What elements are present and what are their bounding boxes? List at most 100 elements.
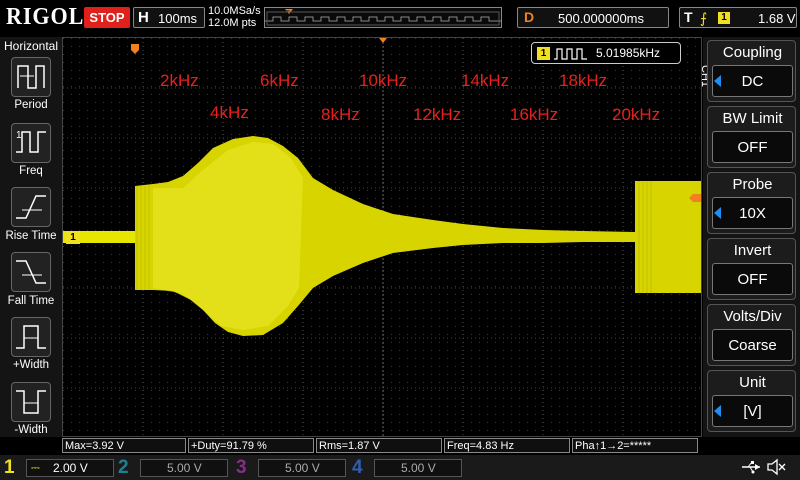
frequency-icon: 1	[16, 130, 46, 153]
bw-limit-value: OFF	[712, 131, 793, 163]
invert-menu-item[interactable]: Invert OFF	[707, 238, 796, 300]
square-wave-icon	[554, 48, 587, 60]
freq-label-8khz: 8kHz	[321, 105, 360, 124]
run-stop-status[interactable]: STOP	[84, 7, 130, 28]
counter-channel: 1	[537, 47, 550, 60]
svg-text:1: 1	[16, 130, 22, 141]
ch3-scale: 5.00 V	[285, 461, 320, 475]
usb-icon	[742, 461, 760, 474]
ch1-scale-box: ⎓ 2.00 V	[26, 459, 114, 477]
horizontal-measure-menu: Horizontal Period 1 Freq Rise Time Fall …	[0, 37, 62, 437]
timebase-value: 100ms	[158, 11, 198, 26]
select-arrow-icon	[714, 405, 721, 417]
coupling-menu-item[interactable]: Coupling DC	[707, 40, 796, 102]
invert-title: Invert	[733, 242, 772, 259]
unit-title: Unit	[739, 374, 766, 391]
delay-value: 500.000000ms	[558, 11, 645, 26]
horizontal-key: H	[138, 9, 149, 26]
trigger-source: 1	[718, 12, 730, 24]
timebase-box[interactable]: H 100ms	[133, 7, 205, 28]
coupling-title: Coupling	[722, 44, 783, 61]
probe-menu-item[interactable]: Probe 10X	[707, 172, 796, 234]
volts-div-value: Coarse	[712, 329, 793, 361]
unit-value: [V]	[712, 395, 793, 427]
coupling-value: DC	[712, 65, 793, 97]
probe-title: Probe	[732, 176, 773, 193]
freq-label-6khz: 6kHz	[260, 71, 299, 90]
select-arrow-icon	[714, 75, 721, 87]
positive-width-button[interactable]	[11, 317, 51, 357]
period-icon	[17, 65, 45, 89]
delay-key: D	[524, 9, 535, 25]
memory-timeline[interactable]: T	[264, 7, 502, 28]
measure-rms[interactable]: Rms=1.87 V	[316, 438, 442, 453]
positive-width-icon	[16, 325, 46, 349]
freq-label-20khz: 20kHz	[612, 105, 661, 124]
trigger-key: T	[684, 9, 693, 25]
freq-label-12khz: 12kHz	[413, 105, 462, 124]
ch4-scale: 5.00 V	[401, 461, 436, 475]
sample-rate: 10.0MSa/s	[208, 5, 261, 17]
dc-coupling-icon: ⎓	[31, 462, 40, 474]
counter-value: 5.01985kHz	[596, 46, 661, 60]
waveform-display[interactable]: 1 5.01985kHz 2kHz 6kHz 10kHz 14kHz 18kHz…	[62, 37, 702, 437]
trigger-level: 1.68 V	[758, 11, 796, 26]
probe-value: 10X	[712, 197, 793, 229]
negative-width-icon	[16, 390, 46, 414]
period-label: Period	[14, 99, 48, 111]
measure-max[interactable]: Max=3.92 V	[62, 438, 186, 453]
invert-value: OFF	[712, 263, 793, 295]
ch4-number: 4	[352, 457, 363, 478]
ch2-number: 2	[118, 457, 129, 478]
frequency-counter: 1 5.01985kHz	[531, 42, 681, 64]
period-button[interactable]	[11, 57, 51, 97]
rise-time-button[interactable]	[11, 187, 51, 227]
measure-freq[interactable]: Freq=4.83 Hz	[444, 438, 570, 453]
unit-menu-item[interactable]: Unit [V]	[707, 370, 796, 432]
ch2-scale: 5.00 V	[167, 461, 202, 475]
volts-div-menu-item[interactable]: Volts/Div Coarse	[707, 304, 796, 366]
rise-time-icon	[16, 195, 46, 219]
acquisition-info: 10.0MSa/s 12.0M pts	[208, 5, 261, 29]
bw-limit-menu-item[interactable]: BW Limit OFF	[707, 106, 796, 168]
fall-time-icon	[16, 260, 46, 284]
freq-button[interactable]: 1	[11, 123, 51, 163]
freq-label-2khz: 2kHz	[160, 71, 199, 90]
channel-menu: CH1 Coupling DC BW Limit OFF Probe 10X I…	[699, 37, 800, 437]
speaker-muted-icon[interactable]	[766, 458, 786, 476]
positive-width-label: +Width	[12, 359, 50, 371]
measure-positive-duty[interactable]: +Duty=91.79 %	[188, 438, 314, 453]
freq-label-18khz: 18kHz	[559, 71, 608, 90]
negative-width-label: -Width	[14, 424, 48, 436]
ch3-scale-box: 5.00 V	[258, 459, 346, 477]
bw-limit-title: BW Limit	[722, 110, 783, 127]
ch1-number: 1	[4, 457, 15, 478]
measurement-bar: Max=3.92 V +Duty=91.79 % Rms=1.87 V Freq…	[62, 437, 702, 454]
trigger-box[interactable]: T ⨍ 1 1.68 V	[679, 7, 797, 28]
channel-status-bar: 1 ⎓ 2.00 V 2 5.00 V 3 5.00 V 4 5.00 V	[0, 455, 800, 480]
freq-label: Freq	[19, 165, 43, 177]
ch3-number: 3	[236, 457, 247, 478]
fall-time-label: Fall Time	[7, 295, 55, 307]
delay-box[interactable]: D 500.000000ms	[517, 7, 669, 28]
freq-label-4khz: 4kHz	[210, 103, 249, 122]
timeline-wave-icon: T	[265, 9, 501, 26]
rising-edge-icon: ⨍	[700, 10, 708, 26]
negative-width-button[interactable]	[11, 382, 51, 422]
ch1-offset-marker[interactable]: 1	[66, 232, 80, 244]
ch4-scale-box: 5.00 V	[374, 459, 462, 477]
memory-depth: 12.0M pts	[208, 17, 257, 29]
top-status-bar: RIGOL STOP H 100ms 10.0MSa/s 12.0M pts T…	[0, 0, 800, 37]
rise-time-label: Rise Time	[5, 230, 57, 242]
freq-label-14khz: 14kHz	[461, 71, 510, 90]
fall-time-button[interactable]	[11, 252, 51, 292]
volts-div-title: Volts/Div	[723, 308, 782, 325]
waveform-graticule	[63, 38, 701, 436]
freq-label-16khz: 16kHz	[510, 105, 559, 124]
measure-phase[interactable]: Pha↑1→2=*****	[572, 438, 698, 453]
brand-logo: RIGOL	[6, 4, 85, 30]
ch1-scale: 2.00 V	[53, 461, 88, 475]
select-arrow-icon	[714, 207, 721, 219]
ch2-scale-box: 5.00 V	[140, 459, 228, 477]
left-menu-title: Horizontal	[3, 39, 59, 53]
